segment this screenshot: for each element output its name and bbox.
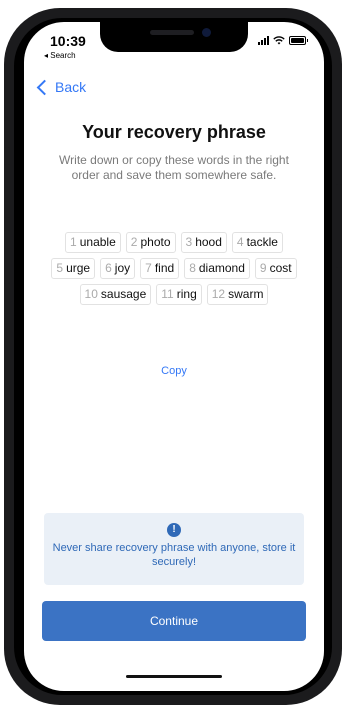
recovery-word: 12 swarm bbox=[206, 284, 269, 305]
recovery-word: 9 cost bbox=[254, 258, 297, 279]
page-title: Your recovery phrase bbox=[82, 122, 266, 142]
recovery-word: 3 hood bbox=[180, 232, 227, 253]
back-button[interactable]: Back bbox=[36, 79, 86, 95]
volume-up-button bbox=[4, 164, 10, 218]
exclamation-icon: ! bbox=[167, 523, 181, 537]
recovery-word: 4 tackle bbox=[231, 232, 283, 253]
power-button bbox=[336, 184, 342, 268]
back-button-label: Back bbox=[55, 79, 87, 95]
continue-button-label: Continue bbox=[149, 614, 199, 628]
home-indicator[interactable] bbox=[126, 675, 222, 678]
battery-icon bbox=[289, 36, 308, 45]
status-time: 10:39 bbox=[50, 33, 86, 49]
recovery-word: 7 find bbox=[140, 258, 180, 279]
continue-button[interactable]: Continue bbox=[42, 601, 306, 641]
recovery-word-list: 1 unable 2 photo 3 hood 4 tackle 5 urge 6 joy … bbox=[42, 232, 306, 305]
recovery-word: 6 joy bbox=[100, 258, 136, 279]
back-to-search-link[interactable]: ◂ Search bbox=[44, 51, 76, 60]
copy-row: Copy bbox=[24, 365, 324, 377]
status-icons bbox=[258, 36, 308, 45]
volume-down-button bbox=[4, 230, 10, 284]
recovery-word: 8 diamond bbox=[184, 258, 250, 279]
camera-icon bbox=[202, 28, 211, 37]
recovery-word: 1 unable bbox=[65, 232, 121, 253]
silent-switch bbox=[4, 120, 10, 148]
page-subtitle: Write down or copy these words in the ri… bbox=[59, 153, 289, 182]
copy-button[interactable]: Copy bbox=[161, 365, 187, 377]
wifi-icon bbox=[273, 36, 285, 45]
recovery-word: 2 photo bbox=[125, 232, 176, 253]
speaker-grille bbox=[150, 30, 194, 35]
warning-text: Never share recovery phrase with anyone,… bbox=[52, 542, 296, 568]
screen: 10:39 ◂ Search Back Your recovery phrase… bbox=[24, 22, 324, 691]
recovery-word: 5 urge bbox=[51, 258, 96, 279]
chevron-left-icon bbox=[36, 79, 53, 95]
notch bbox=[100, 22, 248, 52]
security-warning-banner: ! Never share recovery phrase with anyon… bbox=[44, 513, 304, 585]
recovery-word: 10 sausage bbox=[79, 284, 152, 305]
recovery-word: 11 ring bbox=[156, 284, 202, 305]
cellular-signal-icon bbox=[258, 36, 269, 45]
